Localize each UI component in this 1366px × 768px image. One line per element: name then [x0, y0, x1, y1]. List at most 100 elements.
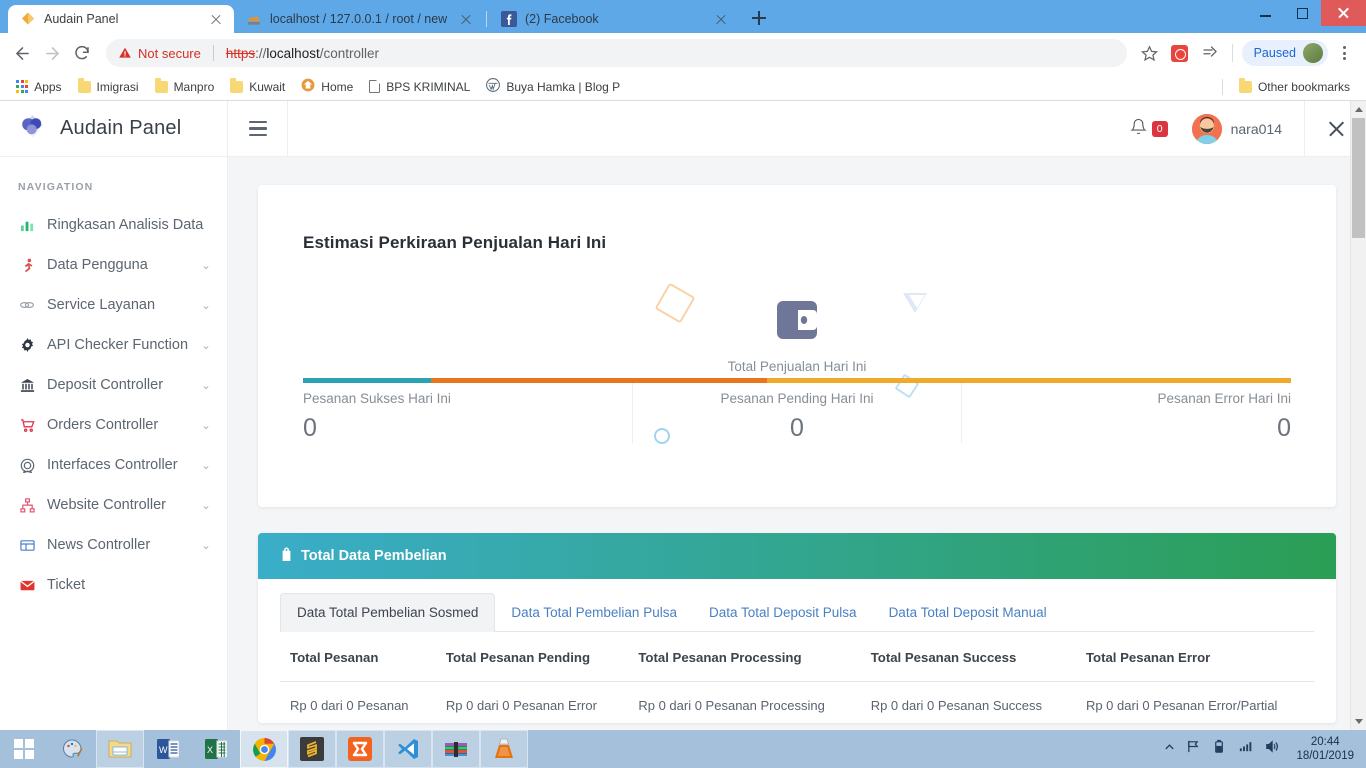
tab-data-total-deposit-pulsa[interactable]: Data Total Deposit Pulsa — [693, 594, 873, 631]
tab-data-total-pembelian-sosmed[interactable]: Data Total Pembelian Sosmed — [280, 593, 496, 632]
chevron-down-icon: ⌄ — [200, 258, 211, 272]
forward-button[interactable] — [38, 39, 66, 67]
sidebar-item-interfaces-controller[interactable]: Interfaces Controller ⌄ — [0, 445, 227, 485]
url-text: https://localhost/controller — [226, 46, 379, 61]
bookmark-manpro[interactable]: Manpro — [147, 77, 223, 97]
purchases-table: Total Pesanan Total Pesanan Pending Tota… — [280, 632, 1314, 723]
sidebar-item-label: Orders Controller — [47, 417, 159, 433]
bookmark-apps[interactable]: Apps — [8, 77, 70, 97]
taskbar-clock[interactable]: 20:44 18/01/2019 — [1290, 735, 1354, 763]
other-bookmarks-button[interactable]: Other bookmarks — [1231, 77, 1358, 97]
chevron-down-icon: ⌄ — [200, 538, 211, 552]
sidebar-item-deposit-controller[interactable]: Deposit Controller ⌄ — [0, 365, 227, 405]
sidebar-item-label: Service Layanan — [47, 297, 156, 313]
sidebar-item-website-controller[interactable]: Website Controller ⌄ — [0, 485, 227, 525]
envelope-icon — [18, 578, 36, 593]
bookmark-kuwait[interactable]: Kuwait — [222, 77, 293, 97]
sidebar-item-data-pengguna[interactable]: Data Pengguna ⌄ — [0, 245, 227, 285]
scroll-down-arrow-icon[interactable] — [1351, 713, 1366, 730]
scroll-up-arrow-icon[interactable] — [1351, 101, 1366, 118]
show-hidden-icons[interactable] — [1164, 740, 1175, 758]
taskbar-vscode-icon[interactable] — [384, 730, 432, 768]
hamburger-icon[interactable] — [228, 101, 288, 157]
folder-icon — [77, 78, 91, 93]
send-to-devices-icon[interactable] — [1197, 40, 1223, 66]
user-menu[interactable]: nara014 — [1174, 113, 1304, 144]
toolbar-divider — [1231, 44, 1233, 62]
browser-tab-localhost[interactable]: localhost / 127.0.0.1 / root / new — [234, 5, 484, 33]
taskbar-excel-icon[interactable]: X — [192, 730, 240, 768]
nav-heading: NAVIGATION — [18, 181, 94, 193]
avatar — [1191, 113, 1222, 144]
volume-icon[interactable] — [1264, 739, 1279, 759]
taskbar-winrar-icon[interactable] — [432, 730, 480, 768]
taskbar-chrome-icon[interactable] — [240, 730, 288, 768]
link-icon — [18, 297, 36, 313]
reload-button[interactable] — [68, 39, 96, 67]
bookmark-home[interactable]: Home — [293, 75, 361, 98]
bookmark-imigrasi[interactable]: Imigrasi — [70, 77, 147, 97]
kpi-value: 0 — [790, 414, 804, 442]
windows-start-icon[interactable] — [0, 730, 48, 768]
taskbar-word-icon[interactable]: W — [144, 730, 192, 768]
sidebar-item-ticket[interactable]: Ticket — [0, 565, 227, 605]
table-cell: Rp 0 dari 0 Pesanan Processing — [638, 698, 825, 713]
new-tab-button[interactable] — [745, 4, 773, 32]
sidebar-item-orders-controller[interactable]: Orders Controller ⌄ — [0, 405, 227, 445]
dashboard-body: Estimasi Perkiraan Penjualan Hari Ini To… — [228, 157, 1366, 730]
flag-icon[interactable] — [1186, 739, 1201, 759]
decorative-triangle-icon — [903, 293, 927, 313]
kpi-pesanan-sukses: Pesanan Sukses Hari Ini 0 — [303, 383, 632, 443]
network-icon[interactable] — [1238, 739, 1253, 759]
gear-icon — [18, 337, 36, 353]
tab-separator — [486, 11, 487, 27]
bookmark-buya-hamka[interactable]: Buya Hamka | Blog P — [478, 75, 628, 98]
scrollbar-thumb[interactable] — [1352, 118, 1365, 238]
column-total-pesanan: Total Pesanan — [280, 632, 436, 682]
taskbar-sublime-text-icon[interactable] — [288, 730, 336, 768]
browser-tab-facebook[interactable]: (2) Facebook — [489, 5, 739, 33]
close-icon[interactable] — [713, 11, 729, 27]
username-label: nara014 — [1230, 120, 1282, 137]
chrome-menu-icon[interactable] — [1332, 40, 1356, 66]
extension-icon[interactable] — [1167, 40, 1193, 66]
system-tray: 20:44 18/01/2019 — [1164, 735, 1366, 763]
close-icon[interactable] — [458, 11, 474, 27]
close-icon[interactable] — [208, 11, 224, 27]
brand-header[interactable]: Audain Panel — [0, 101, 227, 157]
bookmark-star-icon[interactable] — [1137, 40, 1163, 66]
folder-icon — [1238, 78, 1252, 93]
tab-data-total-deposit-manual[interactable]: Data Total Deposit Manual — [873, 594, 1063, 631]
decorative-diamond-icon — [654, 282, 696, 324]
apps-grid-icon — [16, 80, 29, 93]
column-total-pesanan-processing: Total Pesanan Processing — [628, 632, 861, 682]
browser-tab-audain-panel[interactable]: Audain Panel — [8, 5, 234, 33]
sidebar-item-ringkasan-analisis-data[interactable]: Ringkasan Analisis Data — [0, 205, 227, 245]
bookmark-bps-kriminal[interactable]: BPS KRIMINAL — [361, 77, 478, 97]
tab-strip: Audain Panel localhost / 127.0.0.1 / roo… — [0, 0, 1247, 33]
sales-estimate-card: Estimasi Perkiraan Penjualan Hari Ini To… — [258, 185, 1336, 507]
maximize-button[interactable] — [1284, 0, 1321, 26]
sidebar-item-service-layanan[interactable]: Service Layanan ⌄ — [0, 285, 227, 325]
taskbar-file-explorer-icon[interactable] — [96, 730, 144, 768]
taskbar-vlc-icon[interactable] — [480, 730, 528, 768]
sidebar-item-news-controller[interactable]: News Controller ⌄ — [0, 525, 227, 565]
taskbar-xampp-icon[interactable] — [336, 730, 384, 768]
sidebar-item-label: Ticket — [47, 577, 86, 593]
url-host: localhost — [266, 45, 320, 61]
tab-data-total-pembelian-pulsa[interactable]: Data Total Pembelian Pulsa — [495, 594, 693, 631]
address-bar[interactable]: Not secure https://localhost/controller — [106, 39, 1127, 67]
table-row: Rp 0 dari 0 Pesanan Rp 0 dari 0 Pesanan … — [280, 682, 1314, 724]
minimize-button[interactable] — [1247, 0, 1284, 26]
sidebar-item-api-checker-function[interactable]: API Checker Function ⌄ — [0, 325, 227, 365]
battery-icon[interactable] — [1212, 739, 1227, 759]
notifications-button[interactable]: 0 — [1124, 118, 1174, 140]
back-button[interactable] — [8, 39, 36, 67]
profile-button[interactable]: Paused — [1241, 40, 1328, 66]
chevron-down-icon: ⌄ — [200, 418, 211, 432]
not-secure-warning-icon — [118, 46, 132, 60]
page-scrollbar[interactable] — [1350, 101, 1366, 730]
taskbar-paint-icon[interactable] — [48, 730, 96, 768]
window-close-button[interactable] — [1321, 0, 1366, 26]
notification-count-badge: 0 — [1151, 120, 1168, 137]
